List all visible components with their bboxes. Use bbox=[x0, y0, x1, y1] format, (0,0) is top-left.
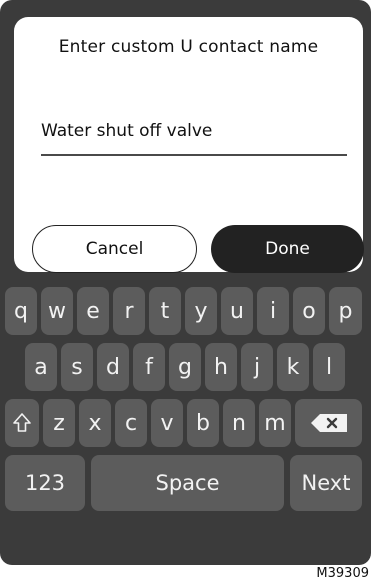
next-key[interactable]: Next bbox=[290, 455, 362, 511]
name-entry-dialog: Enter custom U contact name Cancel Done bbox=[14, 17, 364, 273]
key-s[interactable]: s bbox=[61, 343, 93, 391]
key-g[interactable]: g bbox=[169, 343, 201, 391]
shift-key[interactable] bbox=[5, 399, 39, 447]
key-v[interactable]: v bbox=[151, 399, 183, 447]
input-underline bbox=[41, 154, 347, 156]
key-n[interactable]: n bbox=[223, 399, 255, 447]
key-u[interactable]: u bbox=[221, 287, 253, 335]
space-key[interactable]: Space bbox=[91, 455, 284, 511]
key-l[interactable]: l bbox=[313, 343, 345, 391]
contact-name-input[interactable] bbox=[41, 121, 346, 141]
key-h[interactable]: h bbox=[205, 343, 237, 391]
key-t[interactable]: t bbox=[149, 287, 181, 335]
key-p[interactable]: p bbox=[329, 287, 362, 335]
key-f[interactable]: f bbox=[133, 343, 165, 391]
key-a[interactable]: a bbox=[25, 343, 57, 391]
key-k[interactable]: k bbox=[277, 343, 309, 391]
key-d[interactable]: d bbox=[97, 343, 129, 391]
key-b[interactable]: b bbox=[187, 399, 219, 447]
key-m[interactable]: m bbox=[259, 399, 291, 447]
key-c[interactable]: c bbox=[115, 399, 147, 447]
key-i[interactable]: i bbox=[257, 287, 289, 335]
key-w[interactable]: w bbox=[41, 287, 73, 335]
key-e[interactable]: e bbox=[77, 287, 109, 335]
delete-key[interactable] bbox=[295, 399, 362, 447]
key-q[interactable]: q bbox=[5, 287, 37, 335]
done-button[interactable]: Done bbox=[211, 225, 364, 273]
dialog-title: Enter custom U contact name bbox=[58, 37, 319, 57]
numbers-key[interactable]: 123 bbox=[5, 455, 85, 511]
cancel-button[interactable]: Cancel bbox=[32, 225, 197, 273]
key-o[interactable]: o bbox=[293, 287, 325, 335]
key-j[interactable]: j bbox=[241, 343, 273, 391]
device-screen: Enter custom U contact name Cancel Done … bbox=[0, 0, 371, 565]
shift-icon bbox=[13, 413, 31, 432]
backspace-icon bbox=[310, 414, 347, 432]
key-x[interactable]: x bbox=[79, 399, 111, 447]
figure-code: M39309 bbox=[316, 566, 369, 581]
key-y[interactable]: y bbox=[185, 287, 217, 335]
key-r[interactable]: r bbox=[113, 287, 145, 335]
key-z[interactable]: z bbox=[43, 399, 75, 447]
